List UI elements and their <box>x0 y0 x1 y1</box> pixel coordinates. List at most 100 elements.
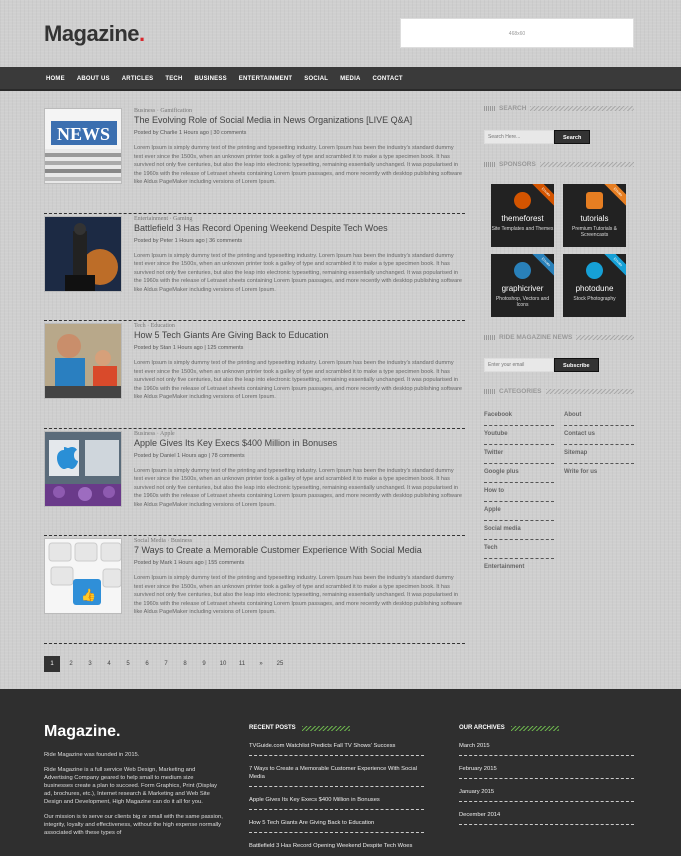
site-footer: Magazine. Ride Magazine was founded in 2… <box>0 689 681 856</box>
sponsor-graphicriver[interactable]: Envato graphicriver Photoshop, Vectors a… <box>491 254 554 317</box>
post-meta: Posted by Stan 1 Hours ago | 125 comment… <box>134 345 244 351</box>
page-link-last[interactable]: 25 <box>272 656 288 672</box>
post-title[interactable]: Apple Gives Its Key Execs $400 Million i… <box>134 438 337 448</box>
nav-item-entertainment[interactable]: ENTERTAINMENT <box>233 67 299 91</box>
categories-heading: CATEGORIES <box>484 385 634 397</box>
footer-logo[interactable]: Magazine. <box>44 723 120 741</box>
post-title[interactable]: The Evolving Role of Social Media in New… <box>134 115 412 125</box>
svg-text:NEWS: NEWS <box>57 124 110 144</box>
page-link[interactable]: Contact us <box>564 426 634 445</box>
recent-post-link[interactable]: Battlefield 3 Has Record Opening Weekend… <box>249 839 424 855</box>
sponsor-tutorials[interactable]: Envato tutorials Premium Tutorials & Scr… <box>563 184 626 247</box>
nav-item-contact[interactable]: CONTACT <box>367 67 409 91</box>
post-excerpt: Lorem Ipsum is simply dummy text of the … <box>134 360 463 400</box>
recent-post-link[interactable]: How 5 Tech Giants Are Giving Back to Edu… <box>249 816 424 833</box>
footer-about-line: Ride Magazine was founded in 2015. <box>44 752 140 758</box>
post-category[interactable]: Entertainment · Gaming <box>134 216 192 222</box>
archive-link[interactable]: December 2014 <box>459 808 634 825</box>
archive-link[interactable]: March 2015 <box>459 739 634 756</box>
post-thumbnail-apple[interactable] <box>44 430 122 507</box>
nav-item-social[interactable]: SOCIAL <box>298 67 334 91</box>
post-excerpt: Lorem Ipsum is simply dummy text of the … <box>134 467 463 508</box>
archive-link[interactable]: February 2015 <box>459 762 634 779</box>
nav-item-about[interactable]: ABOUT US <box>71 67 116 91</box>
footer-about-paragraph: Ride Magazine is a full service Web Desi… <box>44 767 218 805</box>
nav-item-home[interactable]: HOME <box>40 67 71 91</box>
nav-item-tech[interactable]: TECH <box>159 67 188 91</box>
category-column-right: About Contact us Sitemap Write for us <box>564 407 634 578</box>
post-category[interactable]: Business · Gamification <box>134 108 192 114</box>
email-field[interactable] <box>484 358 554 372</box>
post-thumbnail-education[interactable] <box>44 323 122 399</box>
sidebar: SEARCH Search SPONSORS Envato themefores… <box>484 102 634 578</box>
category-link[interactable]: Social media <box>484 521 554 540</box>
category-link[interactable]: Google plus <box>484 464 554 483</box>
page-link-4[interactable]: 4 <box>101 656 117 672</box>
page-link-1[interactable]: 1 <box>44 656 60 672</box>
page-link-6[interactable]: 6 <box>139 656 155 672</box>
category-link[interactable]: Entertainment <box>484 559 554 578</box>
search-input[interactable] <box>484 130 554 144</box>
category-link[interactable]: Tech <box>484 540 554 559</box>
page-link-11[interactable]: 11 <box>234 656 250 672</box>
post-title[interactable]: How 5 Tech Giants Are Giving Back to Edu… <box>134 330 328 340</box>
archive-link[interactable]: January 2015 <box>459 785 634 802</box>
category-link[interactable]: Twitter <box>484 445 554 464</box>
sponsor-grid: Envato themeforest Site Templates and Th… <box>484 184 634 317</box>
recent-post-link[interactable]: Apple Gives Its Key Execs $400 Million i… <box>249 793 424 810</box>
recent-post-link[interactable]: 7 Ways to Create a Memorable Customer Ex… <box>249 762 424 787</box>
svg-text:👍: 👍 <box>81 588 96 602</box>
page-link[interactable]: About <box>564 407 634 426</box>
page-link-9[interactable]: 9 <box>196 656 212 672</box>
nav-item-articles[interactable]: ARTICLES <box>116 67 160 91</box>
page-link[interactable]: Sitemap <box>564 445 634 464</box>
post-item: Business · Apple Apple Gives Its Key Exe… <box>44 429 465 536</box>
sponsor-themeforest[interactable]: Envato themeforest Site Templates and Th… <box>491 184 554 247</box>
post-item: Entertainment · Gaming Battlefield 3 Has… <box>44 214 465 321</box>
post-meta: Posted by Daniel 1 Hours ago | 78 commen… <box>134 452 245 459</box>
page-next-button[interactable]: » <box>253 656 269 672</box>
post-title[interactable]: 7 Ways to Create a Memorable Customer Ex… <box>134 545 422 555</box>
header-ad-banner[interactable]: 468x60 <box>400 18 634 48</box>
page-link-8[interactable]: 8 <box>177 656 193 672</box>
nav-item-business[interactable]: BUSINESS <box>189 67 233 91</box>
recent-post-link[interactable]: TVGuide.com Watchlist Predicts Fall TV S… <box>249 739 424 756</box>
post-item: 👍 Social Media · Business 7 Ways to Crea… <box>44 536 465 644</box>
category-column-left: Facebook Youtube Twitter Google plus How… <box>484 407 554 578</box>
post-item: NEWS Business · Gamification The Evolvin… <box>44 106 465 214</box>
newsletter-heading: RIDE MAGAZINE NEWS <box>484 331 634 343</box>
site-logo[interactable]: Magazine. <box>44 21 145 47</box>
post-category[interactable]: Business · Apple <box>134 431 175 437</box>
search-button[interactable]: Search <box>554 130 591 144</box>
drop-icon <box>586 262 603 279</box>
category-link[interactable]: Youtube <box>484 426 554 445</box>
post-thumbnail-keyboard[interactable]: 👍 <box>44 538 122 614</box>
page-link-10[interactable]: 10 <box>215 656 231 672</box>
footer-archives: OUR ARCHIVES March 2015 February 2015 Ja… <box>459 725 634 831</box>
page-link-2[interactable]: 2 <box>63 656 79 672</box>
search-heading: SEARCH <box>484 102 634 114</box>
category-link[interactable]: Facebook <box>484 407 554 426</box>
page-link-7[interactable]: 7 <box>158 656 174 672</box>
post-title[interactable]: Battlefield 3 Has Record Opening Weekend… <box>134 223 388 233</box>
post-category[interactable]: Social Media · Business <box>134 538 192 544</box>
post-excerpt: Lorem Ipsum is simply dummy text of the … <box>134 575 463 615</box>
post-category[interactable]: Tech · Education <box>134 323 175 329</box>
post-thumbnail-battlefield[interactable] <box>44 215 122 292</box>
category-list: Facebook Youtube Twitter Google plus How… <box>484 407 634 578</box>
category-link[interactable]: How to <box>484 483 554 502</box>
sponsors-heading: SPONSORS <box>484 158 634 170</box>
page-link[interactable]: Write for us <box>564 464 634 483</box>
category-link[interactable]: Apple <box>484 502 554 521</box>
subscribe-button[interactable]: Subscribe <box>554 358 599 372</box>
swirl-icon <box>514 262 531 279</box>
sponsor-photodune[interactable]: Envato photodune Stock Photography <box>563 254 626 317</box>
post-thumbnail-news[interactable]: NEWS <box>44 108 122 184</box>
main-nav: HOME ABOUT US ARTICLES TECH BUSINESS ENT… <box>0 67 681 91</box>
leaf-icon <box>514 192 531 209</box>
site-header: Magazine. 468x60 <box>0 0 681 67</box>
footer-recent-posts: RECENT POSTS TVGuide.com Watchlist Predi… <box>249 725 424 856</box>
nav-item-media[interactable]: MEDIA <box>334 67 366 91</box>
page-link-5[interactable]: 5 <box>120 656 136 672</box>
page-link-3[interactable]: 3 <box>82 656 98 672</box>
